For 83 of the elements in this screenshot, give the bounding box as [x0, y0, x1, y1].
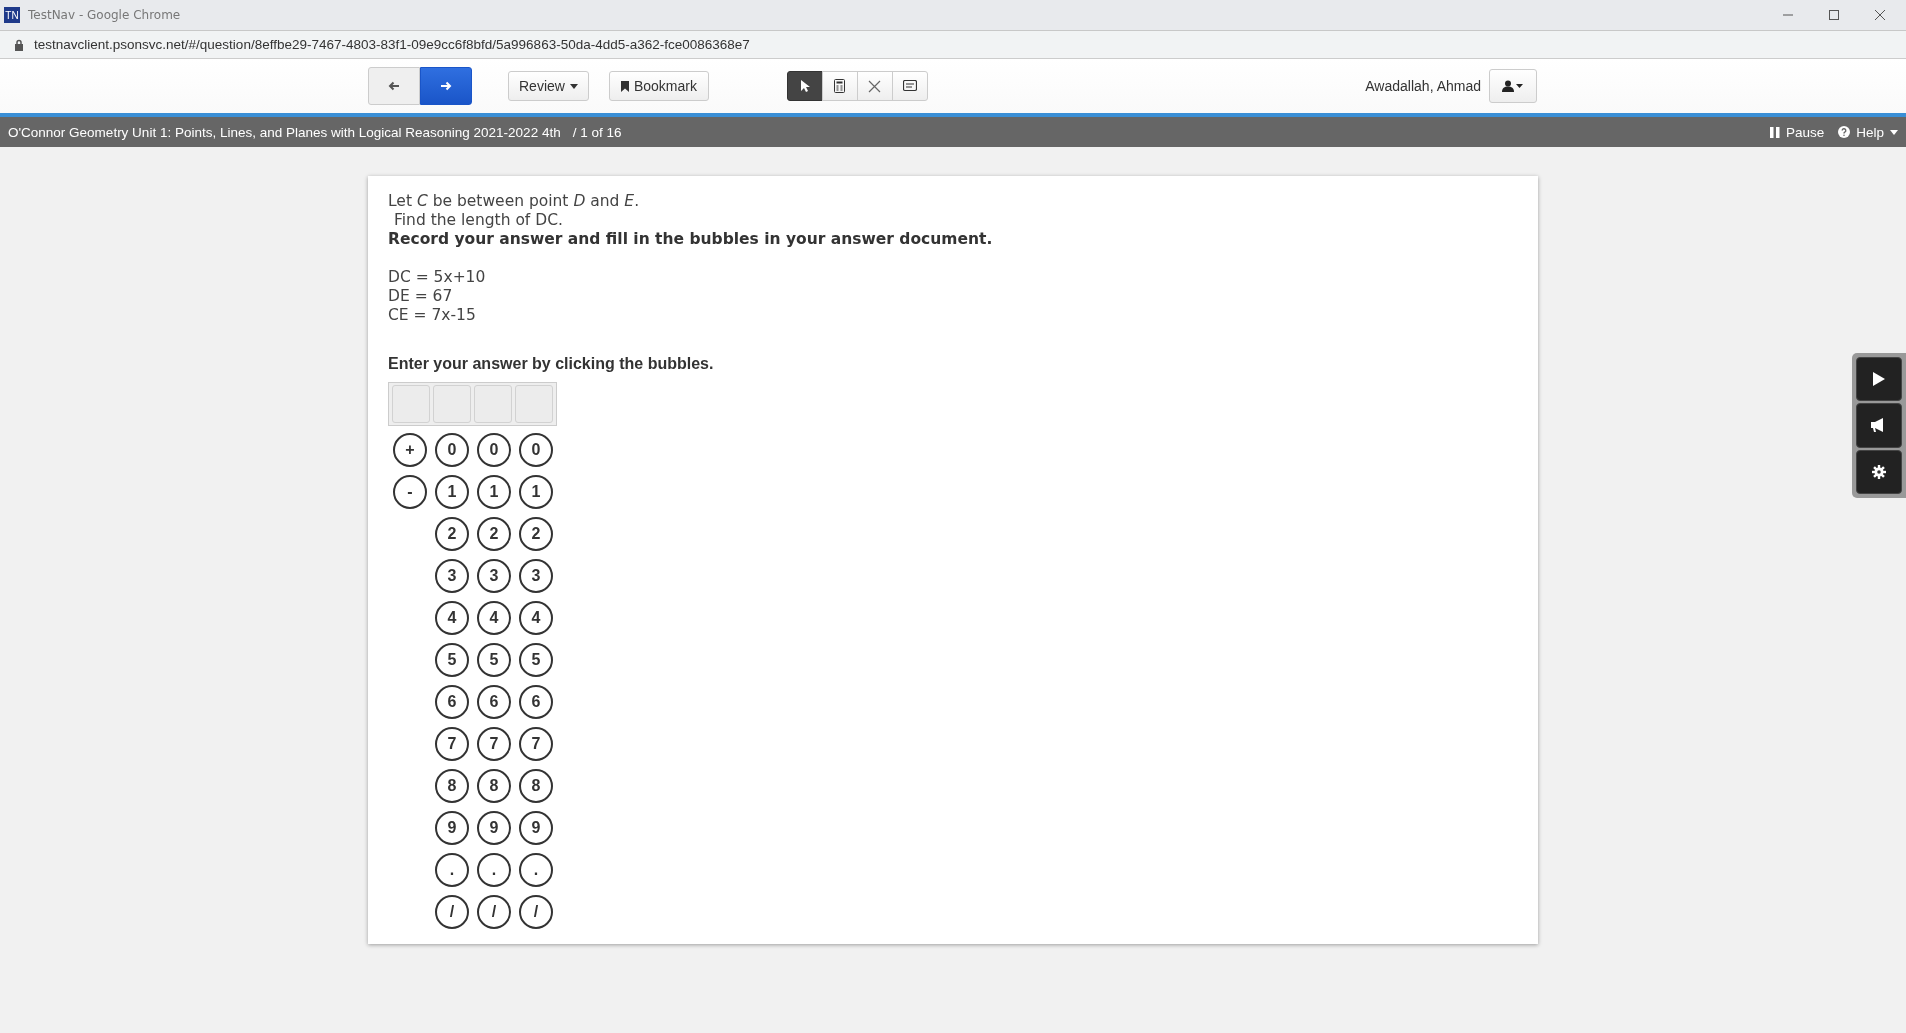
answer-bubble[interactable]: 9 — [477, 811, 511, 845]
calculator-icon — [834, 79, 846, 93]
bookmark-icon — [620, 80, 629, 92]
equation-text: CE = 7x-15 — [388, 306, 477, 325]
answer-bubble[interactable]: 1 — [519, 475, 553, 509]
megaphone-button[interactable] — [1856, 403, 1902, 448]
pointer-icon — [798, 79, 811, 93]
answer-bubble[interactable]: 9 — [435, 811, 469, 845]
answer-box — [392, 385, 430, 423]
answer-bubble[interactable]: / — [519, 895, 553, 929]
settings-icon — [1872, 464, 1886, 479]
answer-bubble[interactable]: 6 — [477, 685, 511, 719]
answer-bubble[interactable]: . — [477, 853, 511, 887]
answer-bubble[interactable]: 1 — [435, 475, 469, 509]
help-icon — [1838, 126, 1851, 138]
app-icon: TN — [4, 7, 20, 23]
answer-bubble[interactable]: 0 — [519, 433, 553, 467]
answer-bubble[interactable]: 3 — [519, 559, 553, 593]
play-icon — [1873, 372, 1885, 387]
caret-icon — [569, 83, 578, 89]
answer-bubble[interactable]: . — [435, 853, 469, 887]
answer-bubble[interactable]: / — [435, 895, 469, 929]
play-button[interactable] — [1856, 357, 1902, 402]
notes-tool-button[interactable] — [891, 71, 928, 101]
answer-bubble[interactable]: 3 — [477, 559, 511, 593]
answer-bubble[interactable]: - — [393, 475, 427, 509]
help-button[interactable]: Help — [1838, 124, 1898, 140]
answer-bubble[interactable]: 7 — [519, 727, 553, 761]
maximize-icon[interactable] — [1828, 9, 1840, 21]
answer-bubble[interactable]: 0 — [435, 433, 469, 467]
answer-bubble[interactable]: 5 — [519, 643, 553, 677]
pause-button[interactable]: Pause — [1769, 124, 1825, 140]
answer-bubble[interactable]: / — [477, 895, 511, 929]
answer-bubble[interactable]: 9 — [519, 811, 553, 845]
test-title: O'Connor Geometry Unit 1: Points, Lines, and Planes with Logical Reasoning 2021-2022 4th — [8, 124, 561, 140]
answer-bubble[interactable]: 6 — [435, 685, 469, 719]
left-arrow-icon — [388, 81, 400, 91]
answer-bubble[interactable]: . — [519, 853, 553, 887]
bookmark-button[interactable]: Bookmark — [608, 71, 709, 101]
answer-bubble[interactable]: 4 — [477, 601, 511, 635]
url-text[interactable]: testnavclient.psonsvc.net/#/question/8effbe29-7467-4803-83f1-09e9cc6f8bfd/5a996863-50da-4dd5-a362-fce0086368e7 — [34, 37, 750, 52]
answer-bubble[interactable]: 7 — [477, 727, 511, 761]
user-menu-button[interactable] — [1489, 69, 1537, 103]
cross-icon — [868, 79, 882, 93]
user-icon — [1502, 80, 1524, 92]
calculator-tool-button[interactable] — [821, 71, 858, 101]
next-button[interactable] — [420, 67, 472, 105]
right-arrow-icon — [440, 81, 452, 91]
equation-text: DE = 67 — [388, 287, 454, 306]
answer-bubble[interactable]: 2 — [477, 517, 511, 551]
answer-box — [515, 385, 553, 423]
answer-bubble[interactable]: 8 — [435, 769, 469, 803]
user-name: Awadallah, Ahmad — [1365, 78, 1481, 94]
pointer-tool-button[interactable] — [786, 71, 823, 101]
question-text: Let C be between point D and E. — [388, 192, 641, 211]
note-icon — [902, 80, 917, 92]
window-title: TestNav - Google Chrome — [28, 8, 181, 22]
answer-bubble[interactable]: + — [393, 433, 427, 467]
equation-text: DC = 5x+10 — [388, 268, 487, 287]
question-text: Find the length of DC. — [393, 211, 564, 230]
answer-bubble[interactable]: 8 — [519, 769, 553, 803]
settings-button[interactable] — [1856, 449, 1902, 494]
close-icon[interactable] — [1874, 9, 1886, 21]
answer-bubble[interactable]: 2 — [519, 517, 553, 551]
answer-bubble[interactable]: 8 — [477, 769, 511, 803]
lock-icon — [14, 38, 24, 51]
answer-bubble[interactable]: 6 — [519, 685, 553, 719]
answer-bubble[interactable]: 2 — [435, 517, 469, 551]
review-button[interactable]: Review — [508, 71, 589, 101]
answer-bubble[interactable]: 7 — [435, 727, 469, 761]
answer-instruction: Enter your answer by clicking the bubbles. — [388, 355, 715, 373]
answer-bubble[interactable]: 4 — [519, 601, 553, 635]
answer-bubble[interactable]: 0 — [477, 433, 511, 467]
question-directions: Record your answer and fill in the bubbles in your answer document. — [388, 230, 994, 249]
answer-bubble[interactable]: 3 — [435, 559, 469, 593]
answer-bubble[interactable]: 4 — [435, 601, 469, 635]
answer-bubble[interactable]: 5 — [435, 643, 469, 677]
pause-icon — [1769, 126, 1780, 138]
answer-box — [433, 385, 471, 423]
answer-box — [474, 385, 512, 423]
caret-icon — [1890, 129, 1898, 135]
answer-bubble[interactable]: 1 — [477, 475, 511, 509]
answer-bubble[interactable]: 5 — [477, 643, 511, 677]
